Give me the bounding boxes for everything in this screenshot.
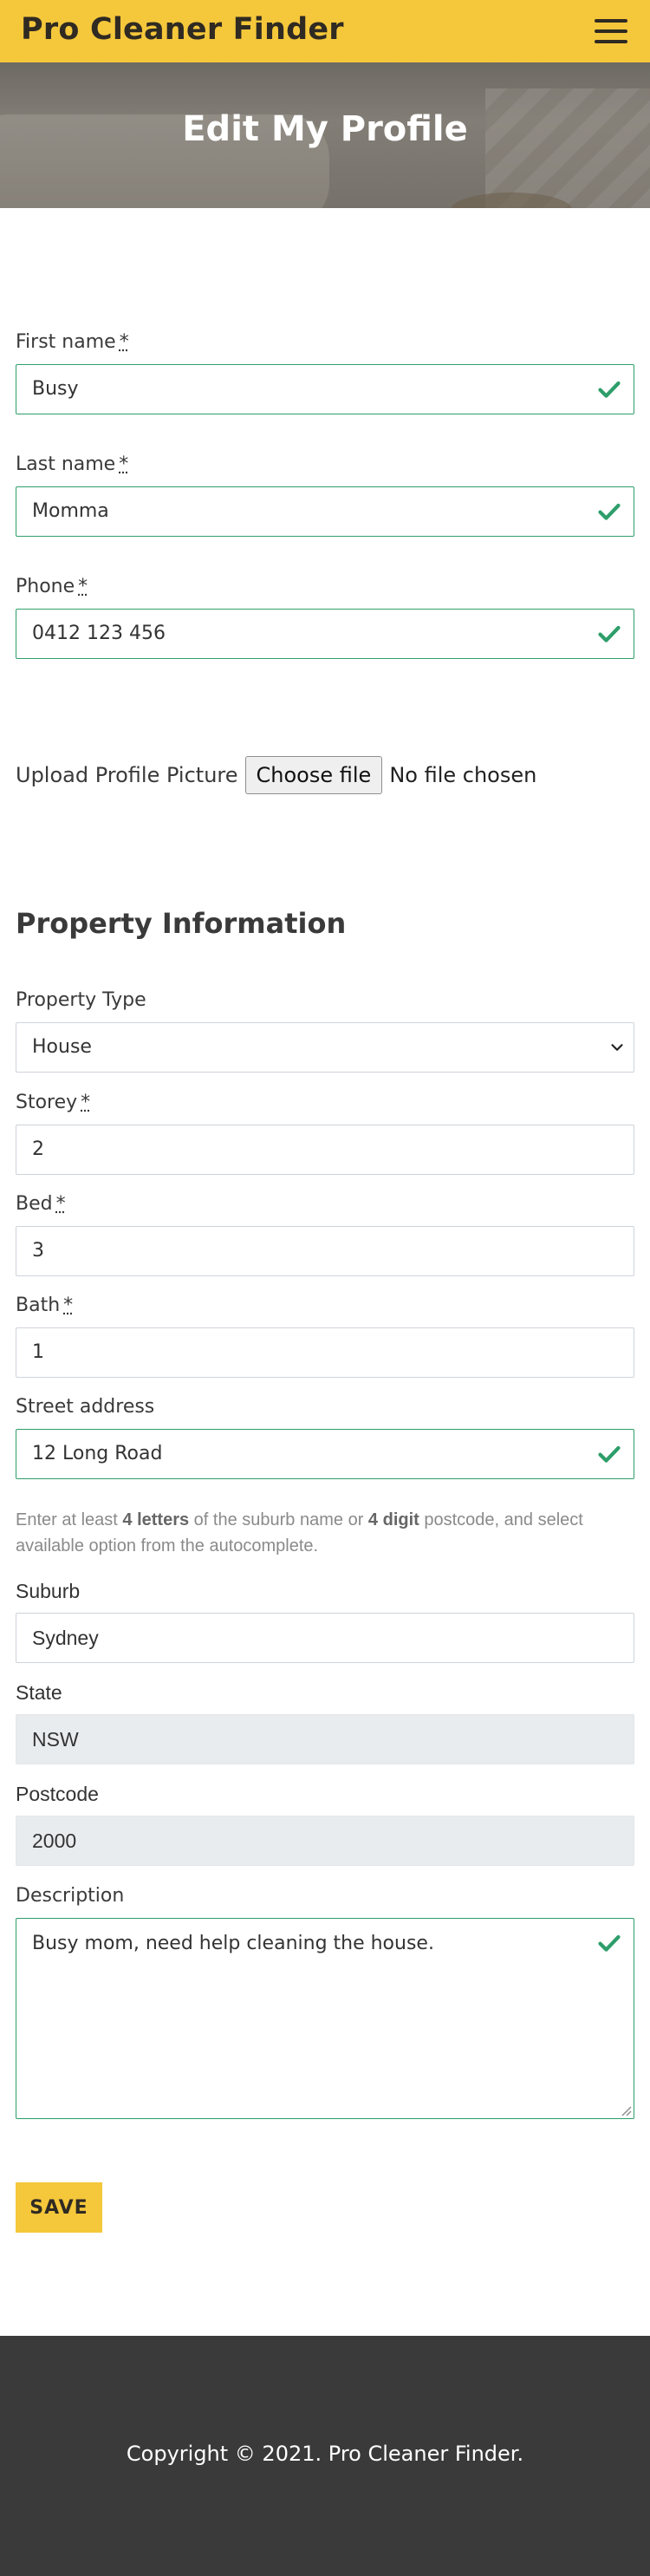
help-text-part: of the suburb name or — [189, 1510, 368, 1529]
required-mark: * — [55, 1193, 66, 1215]
street-address-label: Street address — [16, 1396, 155, 1418]
brand-logo-text[interactable]: Pro Cleaner Finder — [21, 12, 344, 47]
state-input: NSW — [16, 1714, 634, 1764]
last-name-label-text: Last name — [16, 453, 116, 475]
bath-input[interactable]: 1 — [16, 1327, 634, 1378]
first-name-input[interactable]: Busy — [16, 364, 634, 414]
copyright-text: Copyright © 2021. Pro Cleaner Finder. — [126, 2442, 524, 2466]
required-mark: * — [119, 453, 129, 475]
hamburger-menu-icon[interactable] — [595, 19, 627, 43]
phone-label: Phone * — [16, 576, 88, 597]
description-value: Busy mom, need help cleaning the house. — [32, 1933, 434, 1954]
bath-label-text: Bath — [16, 1295, 61, 1316]
check-icon — [598, 1445, 621, 1463]
save-button[interactable]: SAVE — [16, 2182, 102, 2233]
file-status-text: No file chosen — [389, 763, 537, 787]
upload-profile-picture-label: Upload Profile Picture — [16, 763, 238, 787]
storey-input[interactable]: 2 — [16, 1125, 634, 1175]
required-mark: * — [63, 1295, 74, 1316]
state-value: NSW — [32, 1728, 79, 1751]
suburb-input[interactable]: Sydney — [16, 1613, 634, 1663]
help-text-emphasis: 4 letters — [122, 1510, 190, 1529]
check-icon — [598, 381, 621, 398]
description-textarea[interactable]: Busy mom, need help cleaning the house. — [16, 1918, 634, 2119]
property-type-label: Property Type — [16, 989, 146, 1011]
required-mark: * — [78, 576, 88, 597]
help-text-part: Enter at least — [16, 1510, 123, 1529]
street-address-value: 12 Long Road — [32, 1443, 163, 1464]
hamburger-bar — [595, 40, 627, 43]
phone-input[interactable]: 0412 123 456 — [16, 609, 634, 659]
resize-handle-icon[interactable] — [620, 2104, 632, 2116]
bed-value: 3 — [32, 1240, 44, 1262]
required-mark: * — [81, 1092, 91, 1113]
property-information-heading: Property Information — [16, 907, 347, 940]
page-title: Edit My Profile — [182, 109, 468, 149]
bath-value: 1 — [32, 1341, 44, 1363]
description-label: Description — [16, 1885, 125, 1907]
postcode-value: 2000 — [32, 1829, 77, 1852]
first-name-label: First name * — [16, 331, 129, 353]
storey-label: Storey * — [16, 1092, 90, 1113]
postcode-input: 2000 — [16, 1816, 634, 1866]
last-name-input[interactable]: Momma — [16, 486, 634, 537]
check-icon — [598, 625, 621, 642]
suburb-help-text: Enter at least 4 letters of the suburb n… — [16, 1507, 622, 1559]
phone-label-text: Phone — [16, 576, 75, 597]
chevron-down-icon — [611, 1044, 623, 1051]
last-name-label: Last name * — [16, 453, 128, 475]
street-address-input[interactable]: 12 Long Road — [16, 1429, 634, 1479]
bed-label: Bed * — [16, 1193, 66, 1215]
storey-label-text: Storey — [16, 1092, 78, 1113]
upload-profile-picture-row: Upload Profile Picture Choose file No fi… — [16, 756, 536, 794]
site-footer: Copyright © 2021. Pro Cleaner Finder. — [0, 2336, 650, 2576]
choose-file-button[interactable]: Choose file — [244, 756, 383, 794]
postcode-label: Postcode — [16, 1783, 99, 1805]
bed-label-text: Bed — [16, 1193, 53, 1215]
bed-input[interactable]: 3 — [16, 1226, 634, 1276]
phone-value: 0412 123 456 — [32, 623, 166, 644]
help-text-emphasis: 4 digit — [367, 1510, 419, 1529]
check-icon — [598, 1934, 621, 1952]
hamburger-bar — [595, 19, 627, 23]
first-name-value: Busy — [32, 378, 79, 400]
property-type-select[interactable]: House — [16, 1022, 634, 1073]
suburb-label: Suburb — [16, 1580, 81, 1602]
suburb-value: Sydney — [32, 1627, 99, 1649]
site-header: Pro Cleaner Finder — [0, 0, 650, 62]
required-mark: * — [119, 331, 129, 353]
last-name-value: Momma — [32, 500, 109, 522]
state-label: State — [16, 1681, 62, 1704]
property-type-value: House — [32, 1036, 92, 1058]
hero-banner: Edit My Profile — [0, 62, 650, 208]
storey-value: 2 — [32, 1138, 44, 1160]
bath-label: Bath * — [16, 1295, 73, 1316]
hamburger-bar — [595, 29, 627, 33]
first-name-label-text: First name — [16, 331, 116, 353]
check-icon — [598, 503, 621, 520]
